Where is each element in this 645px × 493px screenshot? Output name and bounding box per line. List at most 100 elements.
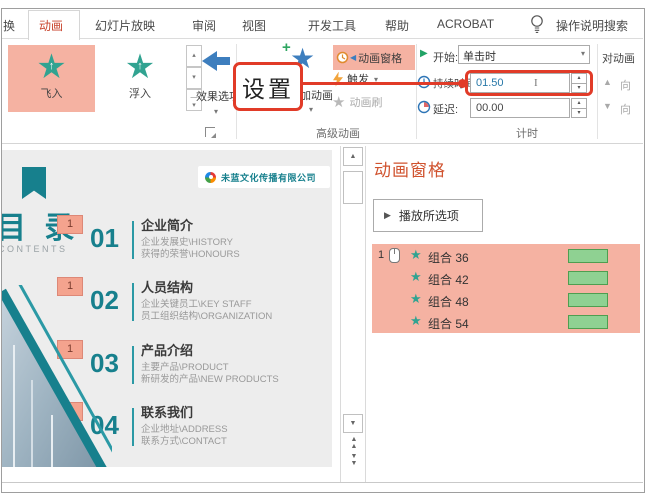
effect-options-label: 效果选项 (196, 91, 240, 103)
slide-subtitle: CONTENTS (2, 244, 68, 254)
entrance-star-icon: ★ (410, 269, 422, 284)
delay-field[interactable]: 00.00 (470, 98, 570, 118)
animation-pane-button[interactable]: ◀ 动画窗格 (333, 45, 415, 70)
plus-icon: + (282, 39, 291, 56)
tab-help[interactable]: 帮助 (385, 17, 409, 34)
section-line: 企业关键员工\KEY STAFF (141, 299, 252, 310)
section-title: 人员结构 (141, 280, 194, 295)
tab-slideshow[interactable]: 幻灯片放映 (95, 17, 155, 34)
move-later-icon[interactable]: ▼ (603, 101, 612, 111)
animation-pane-label: 动画窗格 (358, 52, 403, 65)
delay-label: 延迟: (433, 104, 459, 116)
timeline-bar[interactable] (568, 293, 608, 307)
section-line: 联系方式\CONTACT (141, 436, 227, 447)
section-line: 获得的荣誉\HONOURS (141, 249, 240, 260)
timeline-bar[interactable] (568, 249, 608, 263)
section-divider (132, 283, 134, 321)
animation-pane-title: 动画窗格 (374, 161, 446, 180)
ribbon-bottom-border (2, 143, 643, 144)
gallery-item-float-in[interactable]: ★ ↑ 浮入 (95, 45, 185, 112)
group-label-timing: 计时 (516, 128, 538, 140)
effect-options-button[interactable]: 效果选项 ▾ (196, 47, 240, 116)
toc-section: 02 人员结构 企业关键员工\KEY STAFF 员工组织结构\ORGANIZA… (90, 280, 272, 323)
timeline-bar[interactable] (568, 315, 608, 329)
animation-list-item[interactable]: ★ 组合 54 (372, 311, 640, 333)
section-divider (132, 408, 134, 446)
start-play-icon: ▶ (420, 48, 428, 59)
start-label: 开始: (433, 52, 459, 64)
scroll-down-button[interactable]: ▼ (343, 414, 363, 433)
pane-left-border (365, 146, 366, 482)
play-selected-button[interactable]: ▶ 播放所选项 (373, 199, 483, 232)
spin-down-icon[interactable]: ▾ (571, 108, 587, 118)
float-in-star-icon: ★ ↑ (124, 48, 156, 86)
tab-review[interactable]: 审阅 (192, 17, 216, 34)
slide-canvas: 未蓝文化传播有限公司 目 录 CONTENTS 1 1 1 1 01 企业简介 … (2, 150, 332, 467)
timeline-bar[interactable] (568, 271, 608, 285)
animation-painter-button[interactable]: ★ 动画刷 (332, 93, 382, 111)
duration-field[interactable]: 01.50 I (470, 73, 570, 93)
entrance-star-icon: ★ (410, 291, 422, 306)
section-divider (132, 346, 134, 384)
callout-connector-line (298, 82, 461, 85)
animation-pane-icon: ◀ (336, 51, 356, 64)
painter-star-icon: ★ (332, 94, 346, 111)
scrollbar-thumb[interactable] (343, 171, 363, 204)
duration-value: 01.50 (476, 77, 504, 89)
section-number: 01 (90, 223, 119, 253)
move-later-label: 向 (620, 104, 631, 116)
gallery-item-label: 浮入 (129, 88, 151, 100)
delay-spinner[interactable]: ▴ ▾ (571, 98, 587, 118)
spin-down-icon[interactable]: ▾ (571, 83, 587, 93)
spin-up-icon[interactable]: ▴ (571, 98, 587, 108)
tell-me-search[interactable]: 操作说明搜索 (556, 17, 628, 34)
previous-slide-button[interactable]: ▲ ▲ (346, 436, 362, 450)
section-line: 员工组织结构\ORGANIZATION (141, 311, 273, 322)
animation-list-item[interactable]: ★ 组合 48 (372, 289, 640, 311)
tab-transitions[interactable]: 换 (3, 17, 15, 34)
group-separator (597, 44, 598, 139)
start-value-combobox[interactable]: 单击时 ▾ (458, 45, 590, 64)
duration-spinner[interactable]: ▴ ▾ (571, 73, 587, 93)
toc-section: 01 企业简介 企业发展史\HISTORY 获得的荣誉\HONOURS (90, 218, 240, 261)
section-title: 联系我们 (141, 405, 194, 420)
next-slide-button[interactable]: ▼ ▼ (346, 453, 362, 467)
animation-list-selection: 1 ★ 组合 36 ★ 组合 42 ★ 组合 48 ★ 组合 54 (372, 244, 640, 333)
animation-item-label: 组合 36 (428, 251, 469, 265)
move-earlier-label: 向 (620, 80, 631, 92)
play-selected-label: 播放所选项 (398, 209, 459, 223)
animation-painter-label: 动画刷 (349, 97, 383, 109)
tab-view[interactable]: 视图 (242, 17, 266, 34)
bookmark-ribbon-shape (22, 167, 46, 199)
gallery-item-fly-in[interactable]: ★ ↑ 飞入 (8, 45, 95, 112)
section-line: 主要产品\PRODUCT (141, 362, 229, 373)
entrance-star-icon: ★ (410, 313, 422, 328)
move-earlier-icon[interactable]: ▲ (603, 77, 612, 87)
animation-list-item[interactable]: 1 ★ 组合 36 (372, 245, 640, 267)
scroll-up-button[interactable]: ▲ (343, 147, 363, 166)
chevron-down-icon: ▾ (580, 49, 585, 58)
tab-developer[interactable]: 开发工具 (308, 17, 356, 34)
start-value: 单击时 (463, 51, 496, 63)
building-photo (2, 280, 116, 467)
animation-number-badge: 1 (57, 215, 83, 234)
tab-animation[interactable]: 动画 (39, 17, 63, 34)
delay-value: 00.00 (476, 102, 504, 114)
section-title: 产品介绍 (141, 343, 194, 358)
callout-settings: 设置 (233, 62, 303, 111)
toc-section: 03 产品介绍 主要产品\PRODUCT 新研发的产品\NEW PRODUCTS (90, 343, 279, 386)
reorder-animation-label: 对动画 (602, 53, 635, 65)
animation-item-label: 组合 42 (428, 273, 469, 287)
animation-item-label: 组合 54 (428, 317, 469, 331)
animation-dialog-launcher-icon[interactable] (205, 127, 216, 138)
effect-options-arrow-icon (200, 51, 232, 79)
spin-up-icon[interactable]: ▴ (571, 73, 587, 83)
section-line: 企业地址\ADDRESS (141, 424, 228, 435)
powerpoint-window: 换 动画 幻灯片放映 审阅 视图 开发工具 帮助 ACROBAT 操作说明搜索 … (0, 0, 645, 493)
play-icon: ▶ (384, 210, 391, 220)
animation-list-item[interactable]: ★ 组合 42 (372, 267, 640, 289)
strip-left-border (340, 146, 341, 482)
tab-acrobat[interactable]: ACROBAT (437, 17, 494, 31)
group-label-advanced-animation: 高级动画 (316, 128, 360, 140)
fly-in-star-icon: ★ ↑ (36, 48, 67, 86)
